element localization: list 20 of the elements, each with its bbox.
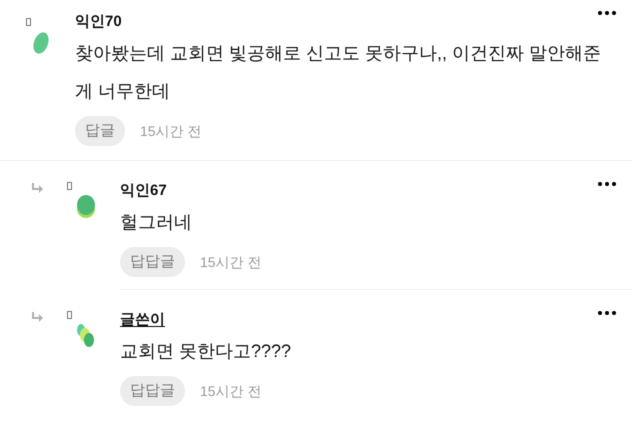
comment-text: 헐그러네 [120, 211, 193, 234]
comment-text: 찾아봤는데 교회면 빛공해로 신고도 못하구나,, 이건진짜 말안해준게 너무한데 [75, 42, 602, 103]
avatar-icon [31, 30, 51, 56]
reply-button[interactable]: 답답글 [120, 376, 185, 406]
comment-text: 교회면 못한다고???? [120, 340, 292, 363]
author-name: 익인70 [75, 12, 122, 32]
reply-arrow-icon [30, 183, 44, 195]
avatar-icon [75, 194, 97, 220]
glyph-box-icon [26, 18, 31, 26]
timestamp: 15시간 전 [200, 252, 262, 272]
reply-arrow-icon [30, 312, 44, 324]
timestamp: 15시간 전 [200, 382, 262, 400]
timestamp: 15시간 전 [140, 122, 202, 140]
author-name: 글쓴이 [120, 310, 165, 330]
author-name: 익인67 [120, 181, 167, 201]
reply-button[interactable]: 답글 [75, 116, 125, 146]
glyph-box-icon [67, 182, 72, 190]
glyph-box-icon [67, 311, 72, 319]
reply-button[interactable]: 답답글 [120, 247, 185, 277]
avatar-icon [75, 323, 95, 349]
